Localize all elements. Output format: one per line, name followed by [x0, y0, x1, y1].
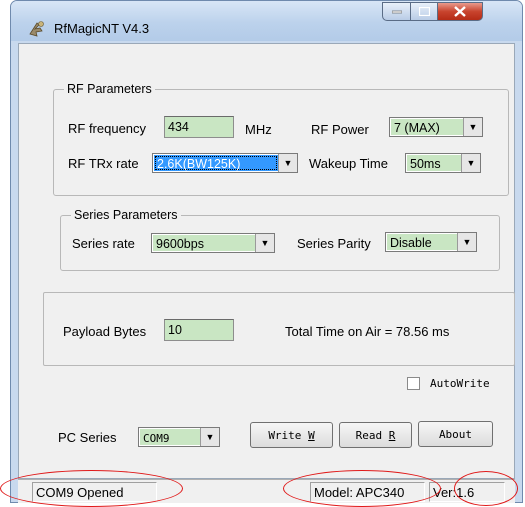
rf-trx-rate-value: 2.6K(BW125K) — [154, 155, 278, 171]
write-button-label: Write — [268, 428, 302, 442]
maximize-icon — [418, 7, 430, 16]
pc-series-label: PC Series — [58, 430, 117, 445]
chevron-down-icon[interactable]: ▼ — [457, 233, 476, 251]
autowrite-label: AutoWrite — [430, 377, 490, 390]
time-on-air-text: Total Time on Air = 78.56 ms — [285, 324, 450, 339]
minimize-button[interactable] — [382, 2, 411, 21]
rf-frequency-field[interactable]: 434 — [164, 116, 234, 138]
series-parity-select[interactable]: Disable ▼ — [385, 232, 477, 252]
close-icon — [454, 6, 466, 17]
annotation-ellipse-version — [454, 471, 518, 506]
payload-bytes-label: Payload Bytes — [63, 324, 147, 339]
chevron-down-icon[interactable]: ▼ — [278, 154, 297, 172]
maximize-button[interactable] — [410, 2, 438, 21]
rf-power-label: RF Power — [311, 122, 369, 137]
about-button-label: About — [438, 427, 473, 441]
payload-bytes-field[interactable]: 10 — [164, 319, 234, 341]
autowrite-checkbox[interactable] — [407, 377, 420, 390]
pc-series-value: COM9 — [140, 429, 200, 445]
close-button[interactable] — [437, 2, 483, 21]
series-parity-label: Series Parity — [297, 236, 371, 251]
read-button-label: Read — [355, 428, 383, 442]
wakeup-time-select[interactable]: 50ms ▼ — [405, 153, 481, 173]
window-title: RfMagicNT V4.3 — [54, 21, 150, 36]
minimize-icon — [391, 10, 402, 13]
wakeup-time-value: 50ms — [407, 155, 461, 171]
write-button-key: W — [308, 428, 315, 442]
chevron-down-icon[interactable]: ▼ — [200, 428, 219, 446]
series-rate-value: 9600bps — [153, 235, 255, 251]
chevron-down-icon[interactable]: ▼ — [461, 154, 480, 172]
chevron-down-icon[interactable]: ▼ — [255, 234, 274, 252]
rf-parameters-group: RF Parameters — [53, 82, 509, 196]
wakeup-time-label: Wakeup Time — [309, 156, 388, 171]
pc-series-select[interactable]: COM9 ▼ — [138, 427, 220, 447]
rf-trx-rate-select[interactable]: 2.6K(BW125K) ▼ — [152, 153, 298, 173]
write-button[interactable]: Write W — [250, 422, 333, 448]
series-rate-select[interactable]: 9600bps ▼ — [151, 233, 275, 253]
about-button[interactable]: About — [418, 421, 493, 447]
series-parity-value: Disable — [387, 234, 457, 250]
rf-frequency-unit: MHz — [245, 122, 272, 137]
rf-parameters-legend: RF Parameters — [67, 82, 152, 96]
rf-frequency-label: RF frequency — [68, 121, 147, 136]
rf-power-value: 7 (MAX) — [391, 119, 463, 135]
rf-power-select[interactable]: 7 (MAX) ▼ — [389, 117, 483, 137]
read-button-key: R — [388, 428, 396, 442]
series-rate-label: Series rate — [72, 236, 135, 251]
series-parameters-legend: Series Parameters — [74, 208, 178, 222]
annotation-ellipse-model — [283, 470, 441, 507]
annotation-ellipse-port — [0, 470, 183, 507]
app-icon — [28, 20, 46, 38]
read-button[interactable]: Read R — [339, 422, 412, 448]
chevron-down-icon[interactable]: ▼ — [463, 118, 482, 136]
rf-trx-rate-label: RF TRx rate — [68, 156, 139, 171]
